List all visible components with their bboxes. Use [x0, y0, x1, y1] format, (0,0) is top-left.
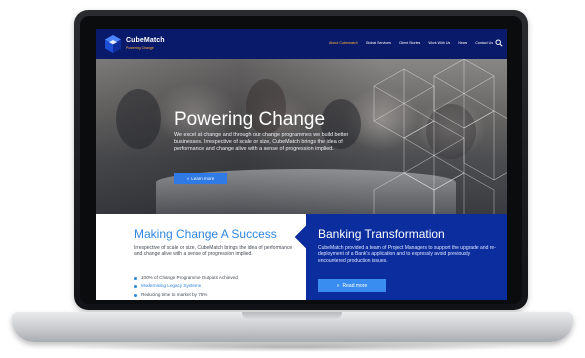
- laptop-shadow: [60, 342, 525, 352]
- nav-item-news[interactable]: News: [458, 41, 467, 45]
- read-more-button[interactable]: » Read more: [318, 279, 386, 292]
- section-description: Irrespective of scale or size, CubeMatch…: [134, 245, 293, 258]
- nav-item-work-with-us[interactable]: Work With Us: [428, 41, 450, 45]
- cube-logo-icon[interactable]: [104, 34, 122, 54]
- double-arrow-icon: »: [336, 282, 340, 289]
- read-more-label: Read more: [342, 282, 368, 289]
- bullet-icon: [134, 276, 137, 280]
- achievements-list: 100% of Change Programme Outputs Achieve…: [134, 274, 238, 299]
- nav-menu: About Cubematch Global Services Client S…: [329, 41, 493, 45]
- search-icon[interactable]: [495, 39, 503, 47]
- brand-name[interactable]: CubeMatch: [126, 37, 165, 44]
- hero-banner: Powering Change We excel at change and t…: [96, 59, 507, 214]
- bullet-icon: [134, 293, 137, 297]
- laptop-base: [12, 312, 573, 342]
- top-navbar: CubeMatch Powering Change About Cubematc…: [96, 29, 507, 59]
- bullet-icon: [134, 285, 137, 289]
- list-item[interactable]: Modernising Legacy Systems: [134, 282, 238, 290]
- case-study-title: Banking Transformation: [318, 227, 445, 241]
- section-title: Making Change A Success: [134, 227, 277, 241]
- hexagon-network-graphic: [373, 59, 507, 214]
- list-item: 100% of Change Programme Outputs Achieve…: [134, 274, 238, 282]
- learn-more-button[interactable]: » Learn more: [174, 173, 227, 184]
- double-arrow-icon: »: [186, 176, 190, 181]
- hero-description: We excel at change and through our chang…: [174, 132, 349, 152]
- hero-title: Powering Change: [174, 109, 326, 130]
- brand-tagline: Powering Change: [126, 46, 154, 50]
- website-screen: CubeMatch Powering Change About Cubematc…: [96, 29, 507, 300]
- case-study-description: CubeMatch provided a team of Project Man…: [318, 245, 496, 264]
- learn-more-label: Learn more: [191, 176, 215, 181]
- nav-item-client-stories[interactable]: Client Stories: [399, 41, 420, 45]
- making-change-section: Making Change A Success Irrespective of …: [96, 214, 306, 300]
- nav-item-contact[interactable]: Contact Us: [475, 41, 493, 45]
- nav-item-services[interactable]: Global Services: [366, 41, 391, 45]
- list-item: Reducing time to market by 75%: [134, 291, 238, 299]
- nav-item-about[interactable]: About Cubematch: [329, 41, 358, 45]
